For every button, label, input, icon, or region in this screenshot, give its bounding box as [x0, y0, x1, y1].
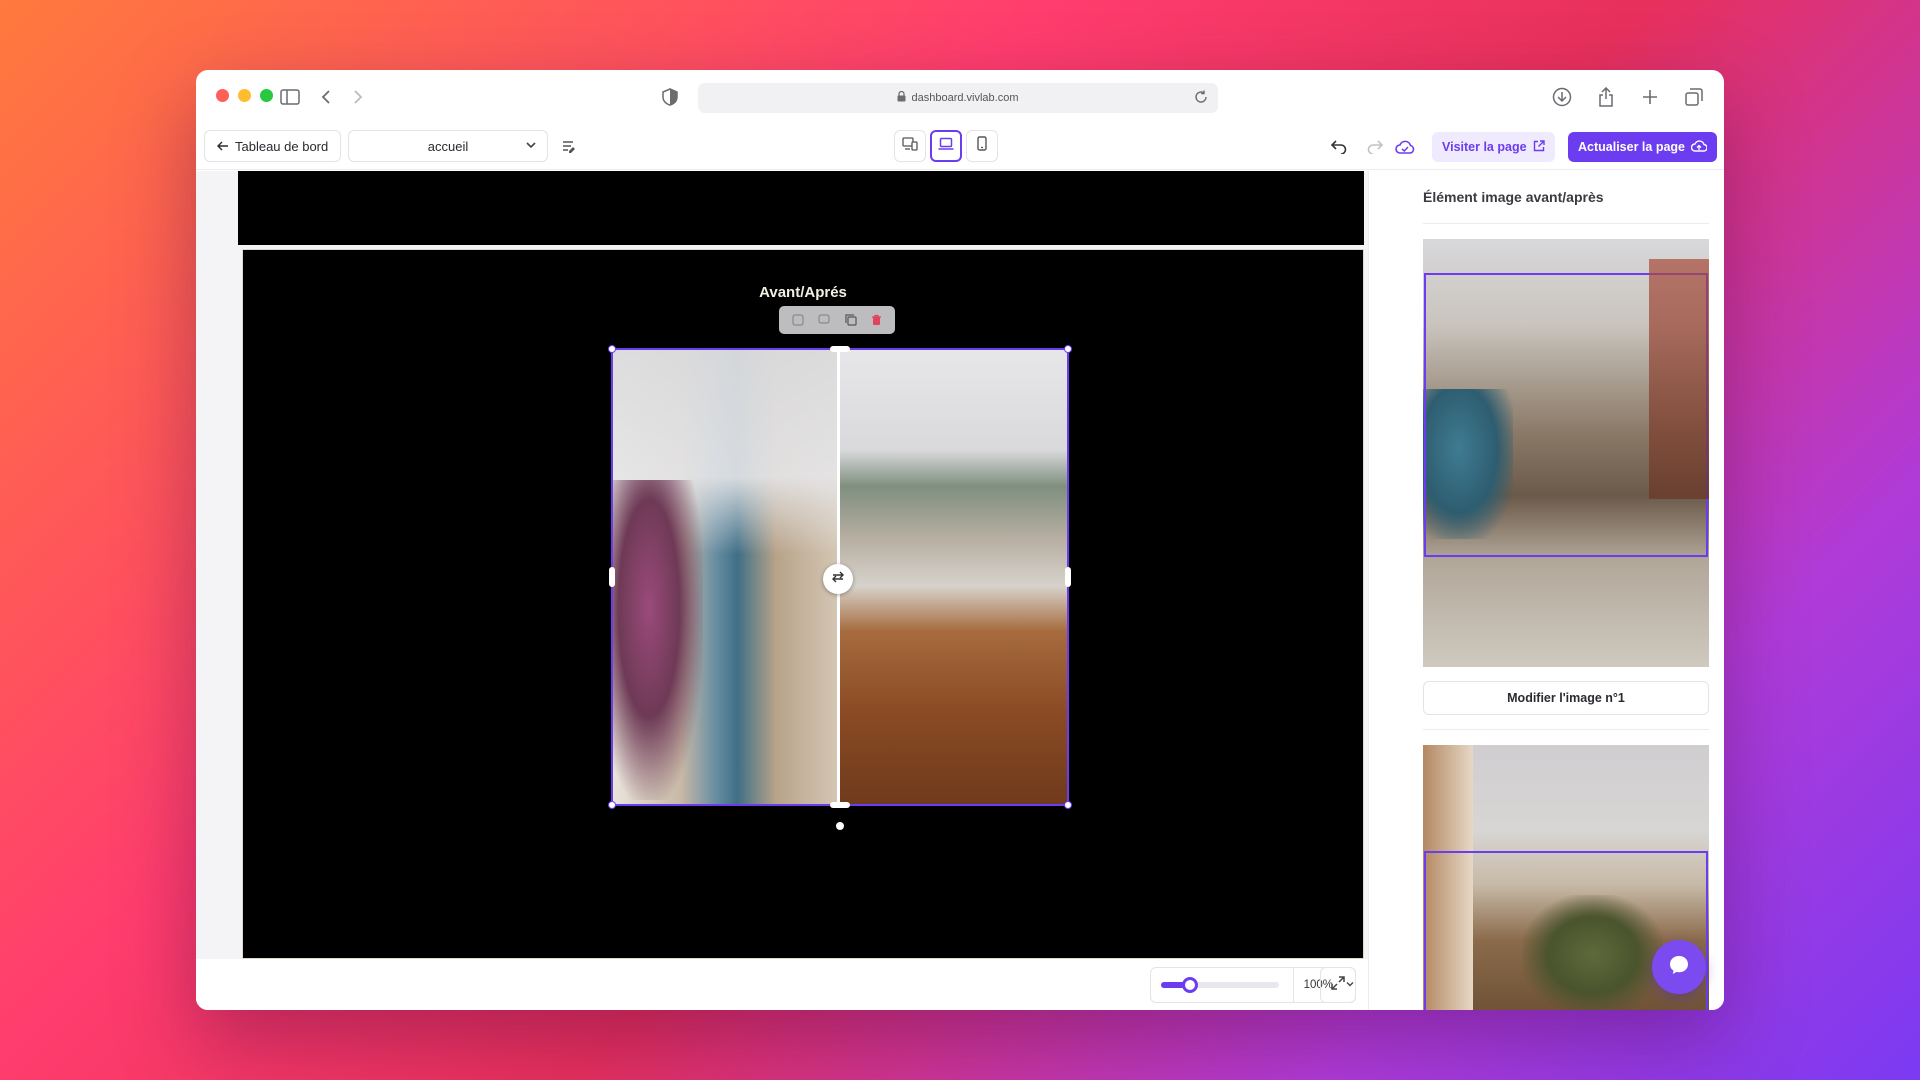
resize-handle-right[interactable]: [1065, 567, 1071, 587]
new-tab-icon[interactable]: [1638, 85, 1662, 109]
device-desktop-button[interactable]: [930, 130, 962, 162]
browser-window: dashboard.vivlab.com Tableau de bord acc…: [196, 70, 1724, 1010]
duplicate-icon[interactable]: [845, 314, 857, 326]
panel-divider: [1423, 223, 1709, 224]
undo-icon[interactable]: [1326, 134, 1352, 160]
editor-canvas[interactable]: Avant/Aprés: [196, 171, 1368, 959]
expand-icon: [1331, 975, 1345, 995]
sidebar-toggle-icon[interactable]: [278, 85, 302, 109]
trash-icon[interactable]: [871, 314, 882, 326]
maximize-window-button[interactable]: [260, 89, 273, 102]
browser-chrome: dashboard.vivlab.com: [196, 70, 1724, 124]
move-up-icon[interactable]: [792, 314, 804, 326]
tabs-overview-icon[interactable]: [1682, 85, 1706, 109]
comparison-slider-handle[interactable]: [823, 564, 853, 594]
page-select-value: accueil: [427, 138, 469, 154]
resize-handle-bottom-right[interactable]: [1064, 801, 1072, 809]
close-window-button[interactable]: [216, 89, 229, 102]
canvas-bottom-bar: 100%: [196, 959, 1368, 1010]
minimize-window-button[interactable]: [238, 89, 251, 102]
section-title[interactable]: Avant/Aprés: [243, 284, 1363, 301]
element-anchor-dot[interactable]: [836, 822, 844, 830]
zoom-slider-thumb[interactable]: [1182, 977, 1199, 993]
back-arrow-icon[interactable]: [314, 85, 338, 109]
desktop-mobile-icon: [902, 136, 918, 156]
move-down-icon[interactable]: [818, 314, 830, 326]
lock-icon: [897, 90, 906, 105]
image-1-crop-frame[interactable]: [1424, 273, 1708, 557]
forward-arrow-icon[interactable]: [346, 85, 370, 109]
chat-bubble-icon: [1667, 953, 1691, 982]
url-text: dashboard.vivlab.com: [911, 92, 1019, 104]
cloud-upload-icon: [1690, 139, 1708, 155]
element-toolbar: [779, 306, 895, 334]
image-1-thumbnail[interactable]: [1423, 239, 1709, 667]
before-after-image-element[interactable]: [608, 345, 1072, 809]
reload-icon[interactable]: [1194, 90, 1208, 107]
update-page-button[interactable]: Actualiser la page: [1568, 132, 1717, 162]
resize-handle-top-right[interactable]: [1064, 345, 1072, 353]
share-icon[interactable]: [1594, 85, 1618, 109]
update-page-label: Actualiser la page: [1578, 140, 1685, 154]
external-link-icon: [1533, 139, 1545, 155]
resize-handle-bottom[interactable]: [830, 802, 850, 808]
arrow-left-icon: [217, 139, 229, 154]
laptop-icon: [938, 137, 954, 156]
chat-support-button[interactable]: [1652, 940, 1706, 994]
page-header-block[interactable]: [238, 171, 1364, 245]
properties-panel: Élément image avant/après Modifier l'ima…: [1368, 171, 1724, 1010]
visit-page-button[interactable]: Visiter la page: [1432, 132, 1555, 162]
chevron-down-icon: [525, 139, 537, 154]
back-to-dashboard-button[interactable]: Tableau de bord: [204, 130, 342, 162]
visit-page-label: Visiter la page: [1442, 140, 1527, 154]
resize-handle-bottom-left[interactable]: [608, 801, 616, 809]
resize-handle-top-left[interactable]: [608, 345, 616, 353]
modify-image-1-button[interactable]: Modifier l'image n°1: [1423, 681, 1709, 715]
address-bar[interactable]: dashboard.vivlab.com: [698, 83, 1218, 113]
back-to-dashboard-label: Tableau de bord: [235, 138, 329, 154]
download-icon[interactable]: [1550, 85, 1574, 109]
device-responsive-button[interactable]: [894, 130, 926, 162]
resize-handle-top[interactable]: [830, 346, 850, 352]
cloud-saved-icon[interactable]: [1392, 134, 1418, 160]
window-controls: [216, 89, 273, 102]
after-image: [839, 350, 1067, 804]
page-settings-icon[interactable]: [556, 134, 582, 160]
redo-icon[interactable]: [1362, 134, 1388, 160]
before-image: [613, 350, 839, 804]
panel-divider: [1423, 729, 1709, 730]
smartphone-icon: [977, 136, 987, 156]
resize-handle-left[interactable]: [609, 567, 615, 587]
editor-toolbar: Tableau de bord accueil Visiter la page …: [196, 124, 1724, 170]
page-select[interactable]: accueil: [348, 130, 548, 162]
fullscreen-button[interactable]: [1320, 967, 1356, 1003]
shield-icon[interactable]: [658, 85, 682, 109]
zoom-slider[interactable]: [1161, 977, 1279, 993]
device-mobile-button[interactable]: [966, 130, 998, 162]
panel-title: Élément image avant/après: [1423, 189, 1604, 205]
before-after-section[interactable]: Avant/Aprés: [242, 249, 1364, 959]
device-preview-group: [894, 130, 998, 164]
swap-arrows-icon: [831, 570, 845, 589]
